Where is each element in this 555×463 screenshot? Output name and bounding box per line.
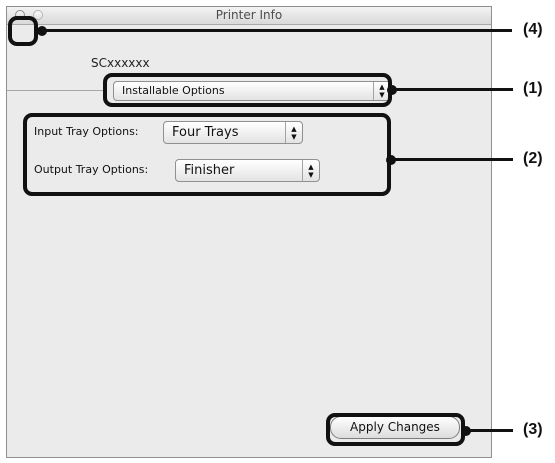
callout-line [391,158,513,161]
divider-line [7,90,105,91]
apply-button-highlight [326,413,465,446]
callout-1: (1) [523,80,543,97]
callout-2: (2) [523,150,543,167]
window-title: Printer Info [215,8,283,22]
panel-select-highlight [103,73,392,107]
tray-options-highlight [23,113,391,196]
printer-name: SCxxxxxx [91,56,150,70]
callout-3: (3) [523,421,543,438]
callout-4: (4) [523,21,543,38]
callout-line [42,29,512,32]
close-button-highlight [8,16,38,46]
title-bar[interactable]: Printer Info [7,7,491,25]
callout-line [466,429,513,432]
callout-line [392,88,513,91]
